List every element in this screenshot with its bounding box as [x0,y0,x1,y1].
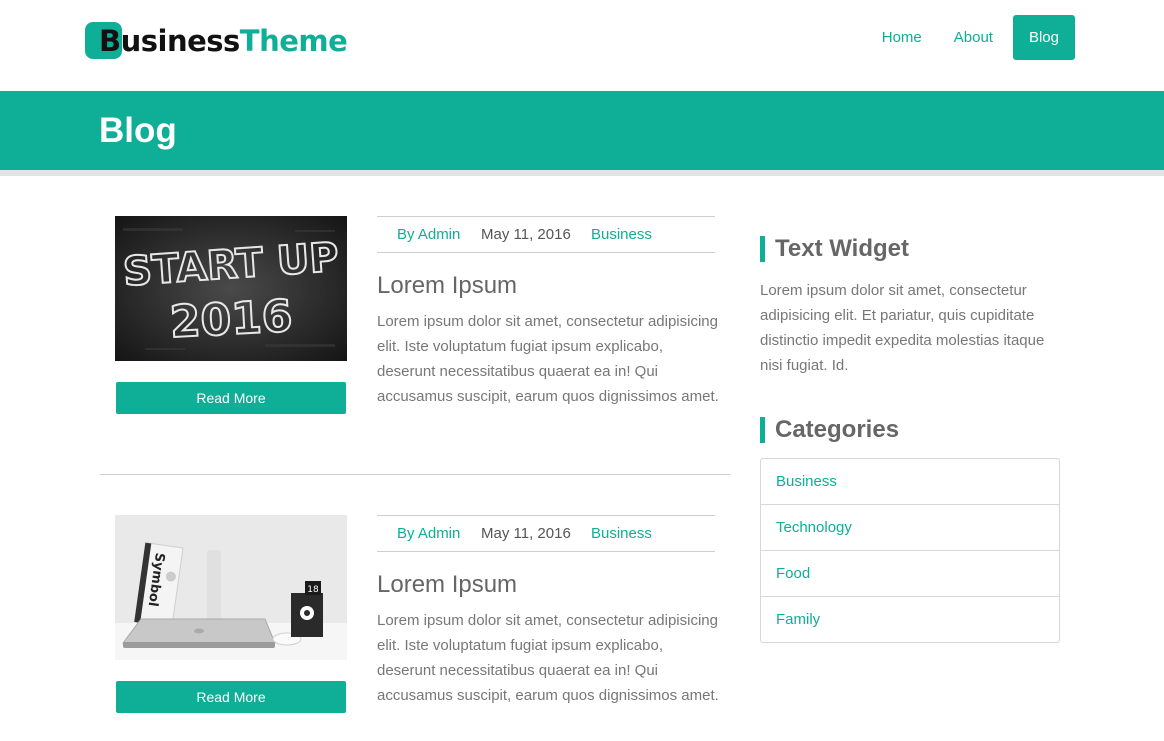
banner-divider [0,170,1164,176]
page-banner: Blog [0,91,1164,170]
category-family[interactable]: Family [761,597,1059,642]
post-excerpt: Lorem ipsum dolor sit amet, consectetur … [377,313,719,405]
post-thumbnail[interactable]: START UP 2016 [115,216,347,361]
post-meta: By Admin May 11, 2016 Business [377,515,715,552]
main-nav: Home About Blog [870,15,1075,60]
nav-about[interactable]: About [942,15,1005,60]
site-header: BusinessTheme Home About Blog [0,0,1164,91]
post-date: May 11, 2016 [481,525,571,542]
category-business[interactable]: Business [761,459,1059,505]
categories-list: Business Technology Food Family [760,458,1060,643]
laptop-desk-image: Symbol 18 [115,515,347,660]
post-title[interactable]: Lorem Ipsum [377,272,517,300]
post-meta: By Admin May 11, 2016 Business [377,216,715,253]
read-more-button[interactable]: Read More [116,382,346,414]
post-divider [100,474,730,475]
logo-word-business: Business [99,24,240,58]
post-category-link[interactable]: Business [591,217,652,253]
post-author-link[interactable]: By Admin [397,217,460,253]
category-technology[interactable]: Technology [761,505,1059,551]
post-thumbnail[interactable]: Symbol 18 [115,515,347,660]
post-excerpt: Lorem ipsum dolor sit amet, consectetur … [377,612,719,704]
post-category-link[interactable]: Business [591,516,652,552]
categories-widget-title: Categories [760,417,899,443]
image-text-year: 2016 [169,291,294,348]
image-text-number: 18 [307,585,319,595]
post-title[interactable]: Lorem Ipsum [377,571,517,599]
nav-blog[interactable]: Blog [1012,15,1075,60]
text-widget-title: Text Widget [760,236,909,262]
post-author-link[interactable]: By Admin [397,516,460,552]
startup-2016-chalkboard-image: START UP 2016 [115,216,347,361]
text-widget-body: Lorem ipsum dolor sit amet, consectetur … [760,282,1045,374]
nav-home[interactable]: Home [870,15,934,60]
post-date: May 11, 2016 [481,226,571,243]
logo-word-theme: Theme [239,24,348,58]
read-more-button[interactable]: Read More [116,681,346,713]
page-title: Blog [99,111,177,150]
category-food[interactable]: Food [761,551,1059,597]
brand-logo[interactable]: BusinessTheme [85,22,348,60]
logo-text: BusinessTheme [85,22,348,60]
